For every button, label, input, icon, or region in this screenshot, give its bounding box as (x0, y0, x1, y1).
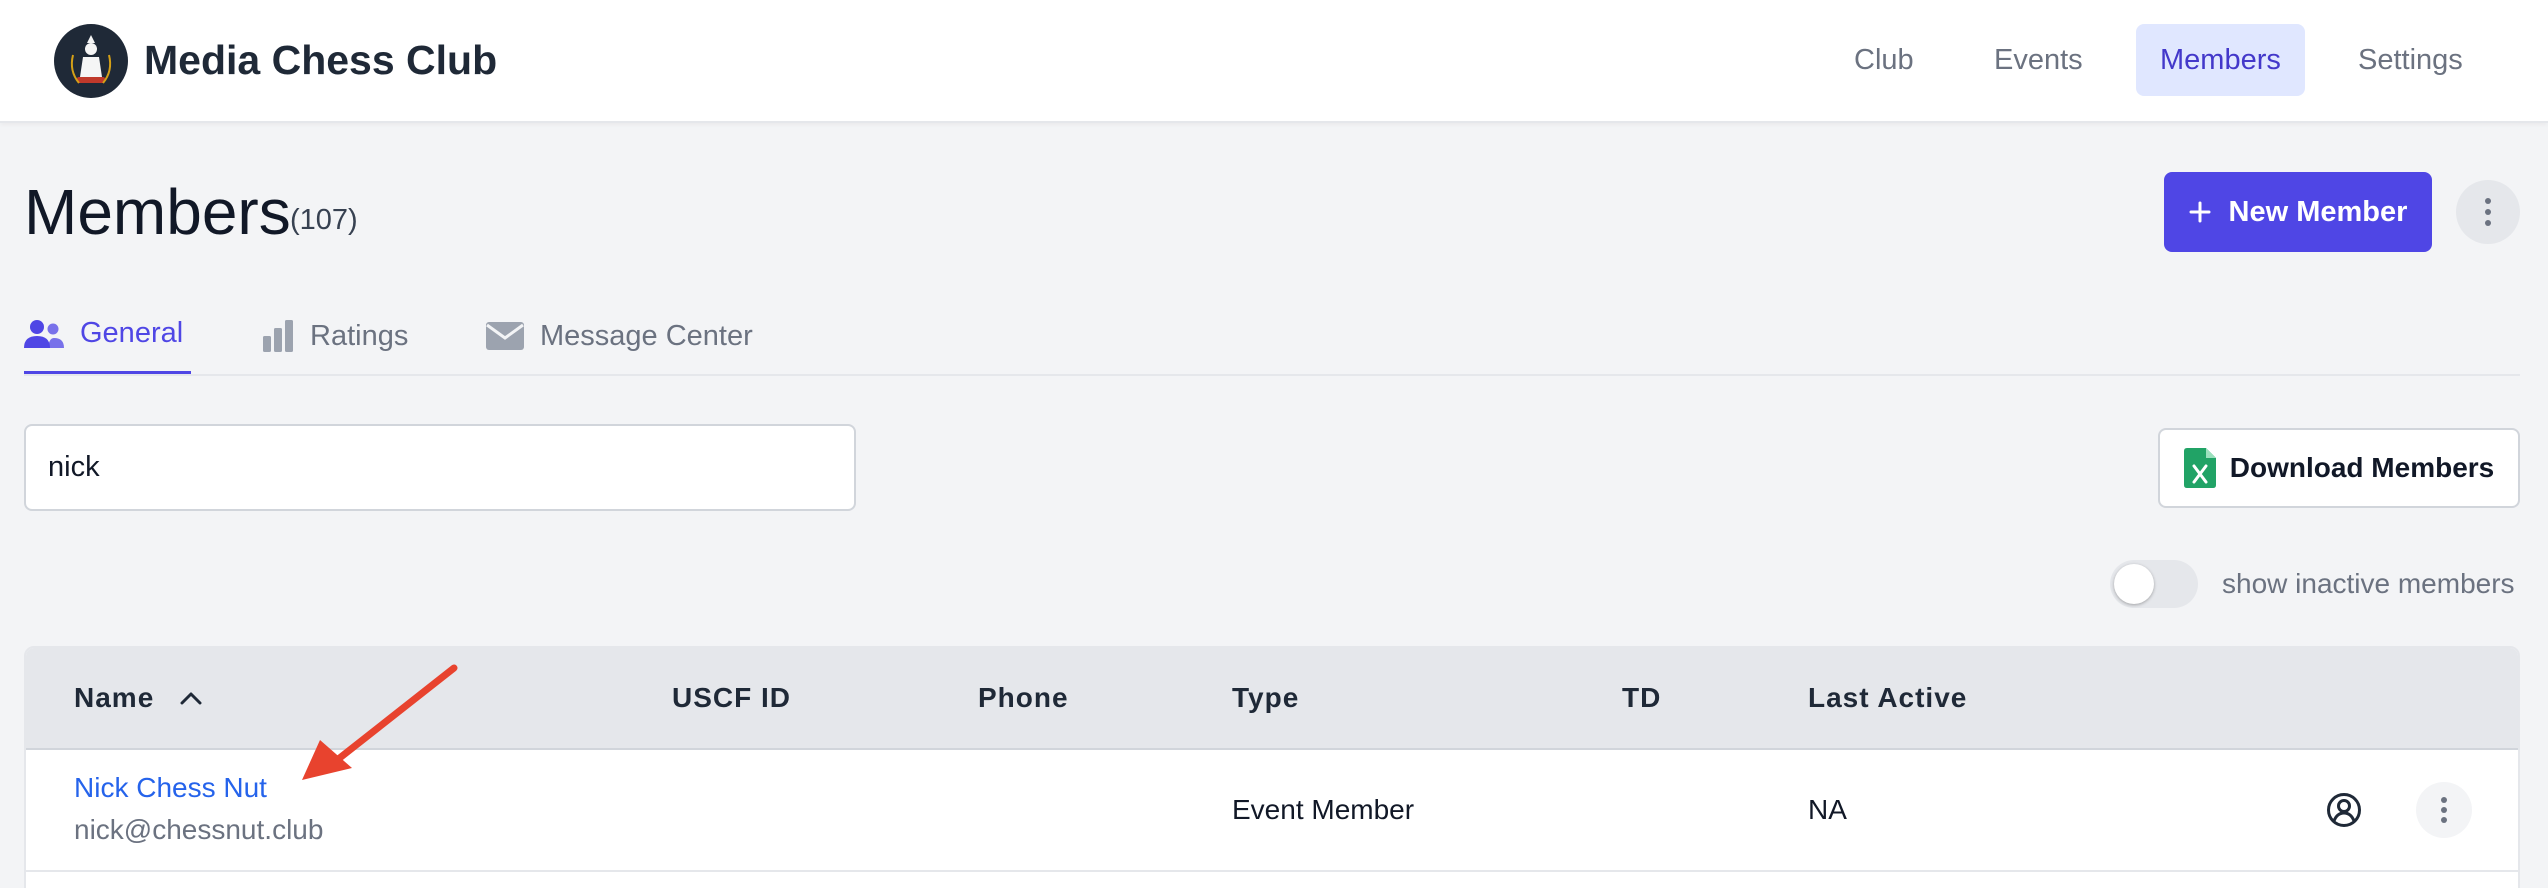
tab-message-center[interactable]: Message Center (486, 296, 753, 376)
new-member-label: New Member (2228, 195, 2408, 228)
column-header-name[interactable]: Name (74, 678, 202, 718)
page-more-menu-button[interactable] (2456, 180, 2520, 244)
envelope-icon (486, 322, 524, 350)
column-header-uscf-id[interactable]: USCF ID (672, 678, 791, 718)
table-header: Name USCF ID Phone Type TD Last Active (26, 648, 2518, 750)
member-type: Event Member (1232, 794, 1415, 825)
chevron-up-icon (180, 692, 202, 705)
show-inactive-label: show inactive members (2222, 568, 2515, 599)
download-members-label: Download Members (2229, 452, 2495, 483)
nav-club[interactable]: Club (1830, 24, 1938, 96)
brand-name[interactable]: Media Chess Club (144, 32, 497, 88)
member-row-more-button[interactable] (2416, 782, 2472, 838)
club-logo-icon[interactable] (54, 24, 128, 98)
nav-settings[interactable]: Settings (2334, 24, 2487, 96)
member-email: nick@chessnut.club (74, 814, 324, 845)
excel-file-icon (2183, 448, 2216, 488)
column-header-type[interactable]: Type (1232, 678, 1299, 718)
tabs-divider (24, 374, 2520, 376)
column-header-name-label: Name (74, 682, 155, 713)
column-header-phone[interactable]: Phone (978, 678, 1069, 718)
column-header-td[interactable]: TD (1622, 678, 1661, 718)
column-header-last-active[interactable]: Last Active (1808, 678, 1967, 718)
vertical-dots-icon (2441, 797, 2447, 823)
show-inactive-toggle[interactable] (2110, 560, 2198, 608)
users-icon (24, 319, 64, 348)
download-members-button[interactable]: Download Members (2158, 428, 2520, 508)
user-circle-icon (2327, 793, 2361, 827)
toggle-knob (2114, 564, 2154, 604)
vertical-dots-icon (2485, 198, 2491, 226)
member-name-link[interactable]: Nick Chess Nut (74, 768, 267, 808)
members-table: Name USCF ID Phone Type TD Last Active N… (24, 646, 2520, 888)
tab-message-center-label: Message Center (540, 319, 753, 352)
nav-members[interactable]: Members (2136, 24, 2305, 96)
new-member-button[interactable]: New Member (2164, 172, 2432, 252)
top-navbar: Media Chess Club Club Events Members Set… (0, 0, 2548, 123)
plus-icon (2189, 201, 2211, 223)
member-last-active: NA (1808, 794, 1847, 825)
member-search-input[interactable] (24, 424, 856, 511)
page-title: Members (24, 176, 291, 248)
nav-events[interactable]: Events (1970, 24, 2107, 96)
member-count: (107) (290, 204, 358, 236)
bar-chart-icon (263, 320, 293, 352)
tab-general-label: General (80, 317, 184, 349)
tab-ratings-label: Ratings (310, 319, 409, 352)
member-profile-button[interactable] (2316, 782, 2372, 838)
tab-general[interactable]: General (24, 296, 192, 376)
tab-ratings[interactable]: Ratings (262, 296, 408, 376)
table-row: Nick Chess Nut nick@chessnut.club Event … (26, 752, 2518, 872)
